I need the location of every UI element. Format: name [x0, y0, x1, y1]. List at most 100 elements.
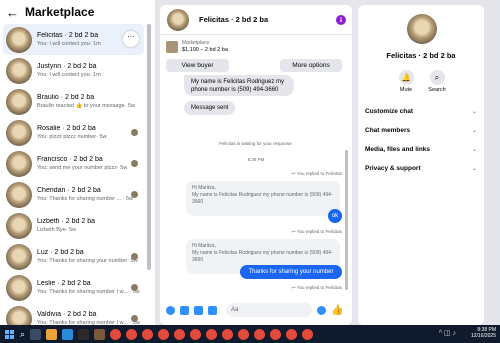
seen-avatar-icon — [131, 191, 138, 198]
incoming-message: My name is Felicitas Rodriguez my phone … — [184, 75, 294, 96]
photo-icon[interactable] — [180, 305, 189, 315]
chrome-icon[interactable] — [158, 328, 170, 340]
conversation-item[interactable]: Felicitas · 2 bd 2 ba You: I will contec… — [3, 24, 144, 55]
chrome-icon[interactable] — [286, 328, 298, 340]
gif-icon[interactable] — [208, 305, 217, 315]
more-options-button[interactable]: ··· — [123, 31, 139, 47]
avatar — [6, 119, 32, 146]
listing-price: $1,100 – 2 bd 2 ba — [182, 47, 228, 53]
conversation-preview: You: Thanks for sharing number ... · 5w — [37, 196, 133, 202]
media-files-section[interactable]: Media, files and links ⌄ — [365, 143, 477, 155]
conversation-preview: You: send me your number plzzz· 5w — [37, 165, 128, 171]
avatar — [6, 181, 32, 208]
chat-members-section[interactable]: Chat members ⌄ — [365, 124, 477, 136]
conversation-item[interactable]: Justynn · 2 bd 2 ba You: I will contect … — [3, 55, 144, 86]
conversation-item[interactable]: Luz · 2 bd 2 ba You: Thanks for sharing … — [3, 241, 144, 272]
chevron-down-icon: ⌄ — [471, 146, 477, 153]
conversation-name: Felicitas · 2 bd 2 ba — [37, 32, 99, 39]
conversation-name: Francisco · 2 bd 2 ba — [37, 156, 103, 163]
view-buyer-button[interactable]: View buyer — [166, 59, 229, 72]
info-icon[interactable]: i — [336, 15, 346, 25]
conversation-item[interactable]: Lizbeth · 2 bd 2 ba Lizbeth Bye· 5w — [3, 210, 144, 241]
chrome-icon[interactable] — [254, 328, 266, 340]
conversation-details: Felicitas · 2 bd 2 ba 🔔 Mute ⌕ Search Cu… — [358, 5, 484, 325]
chrome-icon[interactable] — [238, 328, 250, 340]
chrome-icon[interactable] — [126, 328, 138, 340]
conversation-preview: You: plzzz plzzz number· 5w — [37, 134, 107, 140]
chrome-icon[interactable] — [142, 328, 154, 340]
reply-label: ↩ You replied to Felicitas — [291, 285, 342, 290]
edge-icon[interactable] — [62, 328, 74, 340]
conversation-item[interactable]: Braulio · 2 bd 2 ba Braulio reacted 👍 to… — [3, 86, 144, 117]
avatar — [6, 212, 32, 239]
thumbs-up-icon[interactable]: 👍 — [331, 305, 343, 316]
chrome-icon[interactable] — [222, 328, 234, 340]
chevron-down-icon: ⌄ — [471, 108, 477, 115]
reply-label: ↩ You replied to Felicitas — [291, 229, 342, 234]
conversation-preview: Braulio reacted 👍 to your message· 5w — [37, 103, 135, 109]
reply-label: ↩ You replied to Felicitas — [291, 171, 342, 176]
chrome-icon[interactable] — [190, 328, 202, 340]
more-options-button[interactable]: More options — [280, 59, 342, 72]
conversation-item[interactable]: Leslie · 2 bd 2 ba You: Thanks for shari… — [3, 272, 144, 303]
app-icon[interactable] — [94, 328, 106, 340]
seen-avatar-icon — [131, 129, 138, 136]
conversation-name: Braulio · 2 bd 2 ba — [37, 94, 95, 101]
message-timestamp: 8:38 PM — [247, 157, 265, 162]
search-icon: ⌕ — [429, 70, 445, 85]
conversation-item[interactable]: Cheridan · 2 bd 2 ba You: Thanks for sha… — [3, 179, 144, 210]
avatar — [6, 150, 32, 177]
emoji-icon[interactable] — [317, 305, 326, 315]
conversation-name: Cheridan · 2 bd 2 ba — [37, 187, 101, 194]
windows-start-icon[interactable] — [5, 329, 14, 339]
back-arrow-icon[interactable]: ← — [6, 6, 19, 19]
chrome-icon[interactable] — [270, 328, 282, 340]
sidebar-scrollbar[interactable] — [147, 24, 151, 270]
conversation-item[interactable]: Francisco · 2 bd 2 ba You: send me your … — [3, 148, 144, 179]
avatar — [6, 57, 32, 84]
message-list: My name is Felicitas Rodriguez my phone … — [160, 75, 352, 295]
seen-avatar-icon — [131, 315, 138, 322]
chat-avatar[interactable] — [167, 8, 189, 31]
system-tray-icons[interactable]: ^ ◫ ♪ — [439, 329, 456, 337]
outgoing-message: ok — [328, 209, 342, 223]
search-icon[interactable]: ⌕ — [20, 329, 25, 340]
section-title: Chat members — [365, 126, 411, 134]
conversation-preview: You: Thanks for sharing your number· 5w — [37, 258, 138, 264]
clock[interactable]: 8:38 PM 12/16/2025 — [471, 327, 496, 339]
chrome-icon[interactable] — [302, 328, 314, 340]
message-input[interactable]: Aa — [226, 303, 312, 317]
chat-scrollbar[interactable] — [345, 150, 348, 290]
search-label: Search — [428, 87, 446, 93]
mute-button[interactable]: 🔔 Mute — [391, 70, 421, 93]
listing-thumbnail — [166, 40, 178, 53]
avatar — [6, 26, 32, 53]
conversation-item[interactable]: Rosalie · 2 bd 2 ba You: plzzz plzzz num… — [3, 117, 144, 148]
microphone-icon[interactable] — [166, 305, 175, 315]
waiting-notice: Felicitas is waiting for your response. — [219, 141, 293, 146]
chat-title[interactable]: Felicitas · 2 bd 2 ba — [199, 15, 268, 24]
chrome-icon[interactable] — [174, 328, 186, 340]
chrome-icon[interactable] — [110, 328, 122, 340]
customize-chat-section[interactable]: Customize chat ⌄ — [365, 105, 477, 117]
sidebar-header: ← Marketplace — [6, 4, 94, 20]
conversation-preview: You: I will contect you· 1m — [37, 41, 101, 47]
file-explorer-icon[interactable] — [46, 328, 58, 340]
sticker-icon[interactable] — [194, 305, 203, 315]
seen-avatar-icon — [131, 253, 138, 260]
task-view-icon[interactable] — [30, 328, 42, 340]
privacy-support-section[interactable]: Privacy & support ⌄ — [365, 162, 477, 174]
section-title: Media, files and links — [365, 145, 431, 153]
conversation-name: Luz · 2 bd 2 ba — [37, 249, 84, 256]
search-button[interactable]: ⌕ Search — [422, 70, 452, 93]
conversation-name: Leslie · 2 bd 2 ba — [37, 280, 91, 287]
seen-avatar-icon — [131, 284, 138, 291]
conversation-preview: You: Thanks for sharing number I w... · … — [37, 289, 140, 295]
outgoing-message: Thanks for sharing your number — [240, 265, 342, 279]
profile-avatar[interactable] — [407, 14, 437, 44]
sidebar-title: Marketplace — [25, 5, 95, 19]
chrome-icon[interactable] — [206, 328, 218, 340]
conversation-preview: You: I will contect you· 1m — [37, 72, 101, 78]
listing-summary[interactable]: Marketplace $1,100 – 2 bd 2 ba — [166, 40, 228, 53]
app-icon[interactable] — [78, 328, 90, 340]
